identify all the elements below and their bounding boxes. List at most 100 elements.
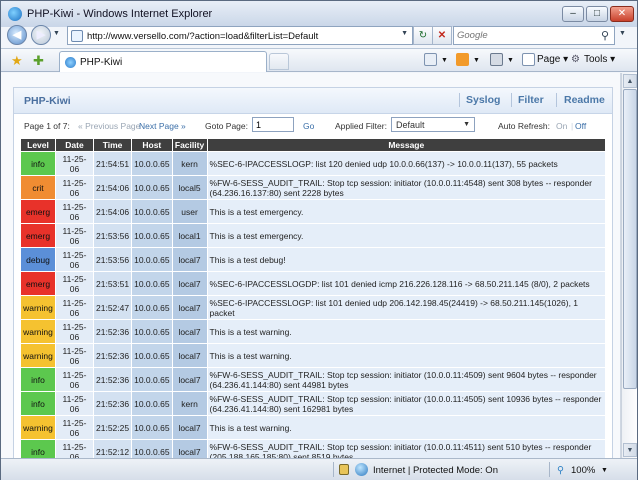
- cell-level: info: [21, 440, 55, 458]
- cell-time: 21:52:12: [94, 440, 132, 458]
- cell-time: 21:52:36: [94, 392, 132, 415]
- goto-page-label: Goto Page:: [205, 121, 249, 131]
- go-button[interactable]: Go: [303, 121, 314, 131]
- nav-readme[interactable]: Readme: [564, 94, 605, 106]
- cell-host: 10.0.0.65: [132, 272, 172, 295]
- cell-message: This is a test debug!: [207, 248, 605, 271]
- search-options-dropdown-icon[interactable]: ▼: [619, 30, 626, 37]
- refresh-icon: ↻: [418, 30, 428, 41]
- protected-mode-icon: [339, 464, 349, 475]
- cell-facility: local7: [172, 440, 207, 458]
- tools-menu[interactable]: Tools ▾: [584, 54, 615, 65]
- app-title: PHP-Kiwi: [24, 95, 71, 107]
- cell-level: warning: [21, 344, 55, 367]
- search-box[interactable]: ⚲: [453, 26, 615, 45]
- search-icon[interactable]: ⚲: [601, 29, 609, 42]
- cell-host: 10.0.0.65: [132, 392, 172, 415]
- goto-page-input[interactable]: [252, 117, 294, 132]
- cell-date: 11-25-06: [56, 296, 93, 319]
- cell-time: 21:52:36: [94, 320, 132, 343]
- vertical-scrollbar[interactable]: ▲ ▼: [621, 73, 637, 458]
- page-menu[interactable]: Page ▾: [537, 54, 568, 65]
- table-row: info 11-25-06 21:52:36 10.0.0.65 kern %FW-6-S…: [21, 392, 605, 415]
- forward-button[interactable]: ▶: [31, 25, 51, 45]
- browser-window: PHP-Kiwi - Windows Internet Explorer – □…: [0, 0, 638, 480]
- cell-host: 10.0.0.65: [132, 176, 172, 199]
- cell-time: 21:52:36: [94, 368, 132, 391]
- zoom-dropdown-icon[interactable]: ▼: [601, 467, 608, 474]
- internet-zone-icon: [355, 463, 368, 476]
- print-dropdown-icon[interactable]: ▼: [507, 57, 514, 64]
- cell-host: 10.0.0.65: [132, 440, 172, 458]
- cell-time: 21:54:06: [94, 176, 132, 199]
- title-bar: PHP-Kiwi - Windows Internet Explorer – □…: [1, 1, 637, 27]
- refresh-button[interactable]: ↻: [413, 26, 433, 45]
- column-header: Message: [207, 139, 605, 151]
- minimize-button[interactable]: –: [562, 6, 584, 22]
- cell-message: This is a test emergency.: [207, 200, 605, 223]
- nav-filter[interactable]: Filter: [518, 94, 544, 106]
- address-dropdown-icon[interactable]: ▼: [401, 30, 408, 37]
- cell-message: This is a test warning.: [207, 320, 605, 343]
- table-row: warning 11-25-06 21:52:47 10.0.0.65 local7 %S…: [21, 296, 605, 319]
- cell-time: 21:52:47: [94, 296, 132, 319]
- scroll-down-icon[interactable]: ▼: [623, 443, 637, 457]
- column-header: Level: [21, 139, 55, 151]
- recent-pages-dropdown-icon[interactable]: ▼: [53, 30, 60, 37]
- cell-date: 11-25-06: [56, 320, 93, 343]
- scroll-up-icon[interactable]: ▲: [623, 74, 637, 88]
- cell-date: 11-25-06: [56, 392, 93, 415]
- table-row: info 11-25-06 21:52:12 10.0.0.65 local7 %FW-6…: [21, 440, 605, 458]
- stop-icon: ✕: [437, 30, 447, 41]
- scroll-thumb[interactable]: [623, 89, 637, 389]
- address-field[interactable]: http://www.versello.com/?action=load&fil…: [67, 26, 413, 45]
- cell-facility: local5: [172, 176, 207, 199]
- zoom-level[interactable]: 100%: [571, 465, 595, 476]
- search-input[interactable]: [457, 29, 587, 42]
- cell-level: info: [21, 368, 55, 391]
- column-header: Date: [56, 139, 93, 151]
- cell-level: info: [21, 392, 55, 415]
- cell-time: 21:52:36: [94, 344, 132, 367]
- phpkiwi-panel: PHP-Kiwi Syslog Filter Readme Page 1 of …: [13, 87, 613, 458]
- page-icon: [71, 30, 83, 42]
- cell-host: 10.0.0.65: [132, 368, 172, 391]
- command-bar: ★ ✚ PHP-Kiwi ▼ ▼ ▼ Page ▾ ⚙ Tools ▾: [1, 48, 637, 72]
- browser-tab[interactable]: PHP-Kiwi: [59, 51, 267, 72]
- nav-divider: [459, 93, 460, 107]
- feeds-dropdown-icon[interactable]: ▼: [473, 57, 480, 64]
- cell-host: 10.0.0.65: [132, 416, 172, 439]
- auto-refresh-off[interactable]: Off: [575, 121, 586, 131]
- filter-select[interactable]: Default ▼: [391, 117, 475, 132]
- nav-divider: [556, 93, 557, 107]
- syslog-table: Level Date Time Host Facility Message info 11-…: [20, 138, 606, 458]
- security-zone-text[interactable]: Internet | Protected Mode: On: [373, 465, 498, 476]
- table-header-row: Level Date Time Host Facility Message: [21, 139, 605, 151]
- back-button[interactable]: ◀: [7, 25, 27, 45]
- cell-level: info: [21, 152, 55, 175]
- page-content: PHP-Kiwi Syslog Filter Readme Page 1 of …: [1, 73, 621, 458]
- print-icon[interactable]: [490, 53, 503, 66]
- cell-level: warning: [21, 416, 55, 439]
- nav-syslog[interactable]: Syslog: [466, 94, 500, 106]
- auto-refresh-on[interactable]: On: [556, 121, 567, 131]
- favorites-star-icon[interactable]: ★: [11, 53, 23, 69]
- cell-date: 11-25-06: [56, 272, 93, 295]
- maximize-button[interactable]: □: [586, 6, 608, 22]
- new-tab-button[interactable]: [269, 53, 289, 70]
- home-dropdown-icon[interactable]: ▼: [441, 57, 448, 64]
- back-arrow-icon: ◀: [12, 29, 22, 41]
- cell-message: %FW-6-SESS_AUDIT_TRAIL: Stop tcp session…: [207, 176, 605, 199]
- tab-title: PHP-Kiwi: [80, 57, 123, 68]
- close-button[interactable]: ✕: [610, 6, 634, 22]
- add-favorites-icon[interactable]: ✚: [33, 53, 44, 69]
- home-icon[interactable]: [424, 53, 437, 66]
- next-page-link[interactable]: Next Page »: [139, 121, 186, 131]
- feeds-icon[interactable]: [456, 53, 469, 66]
- ie-logo-icon: [8, 7, 22, 21]
- stop-button[interactable]: ✕: [432, 26, 452, 45]
- cell-date: 11-25-06: [56, 248, 93, 271]
- table-row: warning 11-25-06 21:52:36 10.0.0.65 local7 Th…: [21, 344, 605, 367]
- cell-facility: kern: [172, 152, 207, 175]
- cell-time: 21:54:06: [94, 200, 132, 223]
